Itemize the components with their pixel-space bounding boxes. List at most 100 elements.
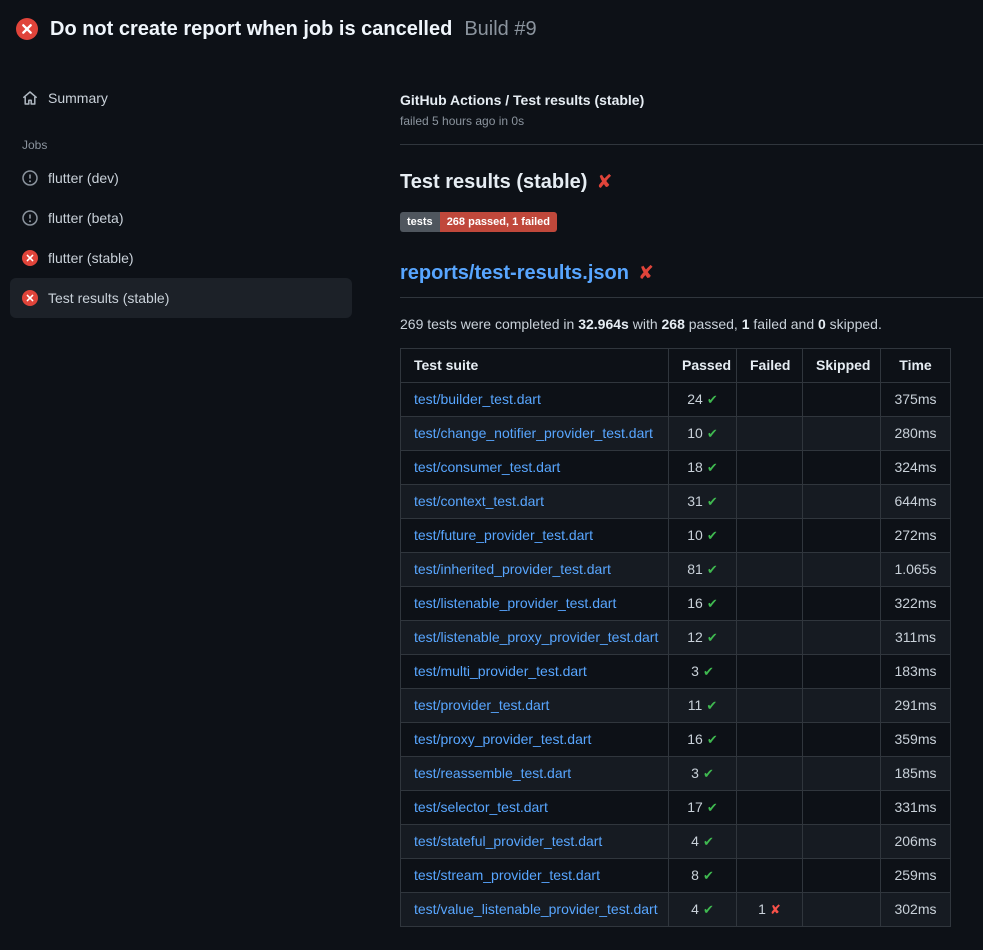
sidebar-item-flutter-dev[interactable]: flutter (dev)	[10, 158, 352, 198]
passed-cell-count: 11	[688, 697, 703, 713]
badge-label: tests	[400, 212, 440, 232]
summary-time: 32.964s	[578, 316, 629, 332]
test-suite-link[interactable]: test/context_test.dart	[414, 493, 544, 509]
test-suite-link[interactable]: test/listenable_provider_test.dart	[414, 595, 616, 611]
summary-passed-count: 268	[662, 316, 685, 332]
build-number: Build #9	[464, 18, 536, 41]
skipped-cell	[803, 519, 881, 553]
check-icon: ✔	[703, 902, 714, 917]
test-results-table: Test suite Passed Failed Skipped Time te…	[400, 348, 951, 927]
test-suite-link[interactable]: test/stateful_provider_test.dart	[414, 833, 602, 849]
time-cell: 311ms	[881, 621, 951, 655]
table-row: test/multi_provider_test.dart3✔183ms	[401, 655, 951, 689]
check-icon: ✔	[707, 426, 718, 441]
header-skipped: Skipped	[803, 349, 881, 383]
sidebar-item-flutter-beta[interactable]: flutter (beta)	[10, 198, 352, 238]
report-file-link[interactable]: reports/test-results.json	[400, 262, 629, 285]
passed-cell: 12✔	[669, 621, 737, 655]
check-icon: ✔	[707, 732, 718, 747]
passed-cell-count: 31	[687, 493, 703, 509]
passed-cell: 3✔	[669, 757, 737, 791]
failed-cell	[737, 825, 803, 859]
jobs-section-label: Jobs	[22, 138, 352, 152]
table-row: test/provider_test.dart11✔291ms	[401, 689, 951, 723]
table-row: test/future_provider_test.dart10✔272ms	[401, 519, 951, 553]
test-suite-link[interactable]: test/change_notifier_provider_test.dart	[414, 425, 653, 441]
test-suite-link[interactable]: test/inherited_provider_test.dart	[414, 561, 611, 577]
passed-cell-count: 4	[691, 901, 699, 917]
suite-cell: test/provider_test.dart	[401, 689, 669, 723]
passed-cell: 10✔	[669, 519, 737, 553]
skipped-cell	[803, 655, 881, 689]
check-icon: ✔	[707, 630, 718, 645]
time-cell: 324ms	[881, 451, 951, 485]
test-suite-link[interactable]: test/provider_test.dart	[414, 697, 549, 713]
check-icon: ✔	[707, 392, 718, 407]
failed-cell	[737, 655, 803, 689]
check-icon: ✔	[707, 494, 718, 509]
report-title: reports/test-results.json ✘	[400, 262, 983, 285]
suite-cell: test/multi_provider_test.dart	[401, 655, 669, 689]
skipped-cell	[803, 723, 881, 757]
passed-cell-count: 4	[691, 833, 699, 849]
skipped-cell	[803, 689, 881, 723]
sidebar-item-flutter-stable[interactable]: flutter (stable)	[10, 238, 352, 278]
test-suite-link[interactable]: test/selector_test.dart	[414, 799, 548, 815]
suite-cell: test/stateful_provider_test.dart	[401, 825, 669, 859]
sidebar-item-test-results-stable[interactable]: Test results (stable)	[10, 278, 352, 318]
passed-cell: 3✔	[669, 655, 737, 689]
failed-status-icon	[22, 250, 38, 266]
page-title: Do not create report when job is cancell…	[50, 18, 452, 41]
failed-cell	[737, 587, 803, 621]
suite-cell: test/change_notifier_provider_test.dart	[401, 417, 669, 451]
passed-cell: 4✔	[669, 825, 737, 859]
passed-cell-count: 81	[687, 561, 703, 577]
results-table-body: test/builder_test.dart24✔375mstest/chang…	[401, 383, 951, 927]
failed-cell	[737, 791, 803, 825]
skipped-cell	[803, 485, 881, 519]
passed-cell-count: 16	[687, 595, 703, 611]
test-suite-link[interactable]: test/proxy_provider_test.dart	[414, 731, 591, 747]
cross-mark-icon: ✘	[638, 262, 654, 285]
run-status-line: failed 5 hours ago in 0s	[400, 114, 983, 128]
suite-cell: test/value_listenable_provider_test.dart	[401, 893, 669, 927]
passed-cell: 17✔	[669, 791, 737, 825]
sidebar-item-summary[interactable]: Summary	[10, 82, 352, 114]
tests-badge: tests 268 passed, 1 failed	[400, 212, 557, 232]
check-icon: ✔	[703, 664, 714, 679]
test-suite-link[interactable]: test/future_provider_test.dart	[414, 527, 593, 543]
test-suite-link[interactable]: test/builder_test.dart	[414, 391, 541, 407]
check-icon: ✔	[707, 460, 718, 475]
skipped-cell	[803, 553, 881, 587]
sidebar-job-label: flutter (beta)	[48, 210, 123, 226]
passed-cell: 16✔	[669, 587, 737, 621]
summary-skipped-count: 0	[818, 316, 826, 332]
test-suite-link[interactable]: test/stream_provider_test.dart	[414, 867, 600, 883]
sidebar: Summary Jobs flutter (dev) flutter (beta…	[0, 56, 400, 318]
test-suite-link[interactable]: test/listenable_proxy_provider_test.dart	[414, 629, 658, 645]
check-icon: ✔	[706, 698, 717, 713]
test-suite-link[interactable]: test/reassemble_test.dart	[414, 765, 571, 781]
test-suite-link[interactable]: test/multi_provider_test.dart	[414, 663, 587, 679]
heading-rule	[400, 297, 983, 298]
test-suite-link[interactable]: test/value_listenable_provider_test.dart	[414, 901, 658, 917]
time-cell: 359ms	[881, 723, 951, 757]
summary-part: with	[629, 316, 662, 332]
check-icon: ✔	[703, 834, 714, 849]
skipped-cell	[803, 621, 881, 655]
home-icon	[22, 90, 38, 106]
passed-cell-count: 3	[691, 663, 699, 679]
suite-cell: test/listenable_proxy_provider_test.dart	[401, 621, 669, 655]
failed-cell	[737, 723, 803, 757]
table-row: test/context_test.dart31✔644ms	[401, 485, 951, 519]
passed-cell-count: 10	[687, 425, 703, 441]
check-icon: ✔	[707, 562, 718, 577]
table-row: test/value_listenable_provider_test.dart…	[401, 893, 951, 927]
neutral-status-icon	[22, 210, 38, 226]
sidebar-job-label: Test results (stable)	[48, 290, 169, 306]
header-passed: Passed	[669, 349, 737, 383]
skipped-cell	[803, 587, 881, 621]
x-icon: ✘	[770, 902, 781, 917]
test-suite-link[interactable]: test/consumer_test.dart	[414, 459, 560, 475]
neutral-status-icon	[22, 170, 38, 186]
